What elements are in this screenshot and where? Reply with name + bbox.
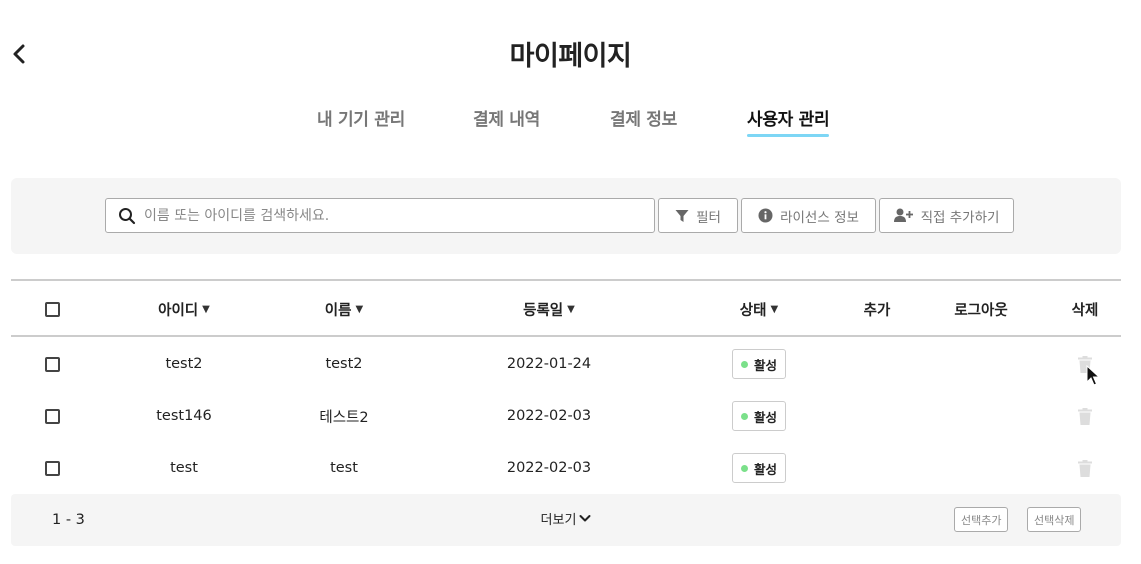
- row-name: 테스트2: [319, 409, 369, 426]
- caret-down-icon: ▼: [355, 303, 364, 315]
- column-header-id[interactable]: 아이디 ▼: [129, 281, 239, 337]
- tab-device-management[interactable]: 내 기기 관리: [317, 105, 405, 130]
- tab-user-management[interactable]: 사용자 관리: [747, 105, 830, 137]
- status-badge: 활성: [731, 453, 786, 483]
- select-delete-button[interactable]: 선택삭제: [1027, 507, 1082, 532]
- caret-down-icon: ▼: [567, 303, 575, 315]
- status-dot-icon: [740, 412, 748, 420]
- license-info-label: 라이선스 정보: [780, 209, 859, 226]
- license-info-button[interactable]: 라이선스 정보: [741, 198, 876, 233]
- select-add-button[interactable]: 선택추가: [954, 507, 1009, 532]
- row-registered: 2022-01-24: [506, 356, 592, 372]
- info-circle-icon: [758, 208, 773, 223]
- trash-icon[interactable]: [1078, 459, 1092, 477]
- load-more-button[interactable]: 더보기: [541, 509, 592, 528]
- select-all-checkbox[interactable]: [44, 301, 60, 317]
- table-row: test test 2022-02-03 활성: [11, 442, 1121, 494]
- status-dot-icon: [740, 360, 748, 368]
- chevron-down-icon: [579, 514, 591, 521]
- trash-icon[interactable]: [1078, 355, 1092, 373]
- toolbar: 필터 라이선스 정보 직접 추가하기: [11, 178, 1121, 254]
- row-id: test: [170, 460, 198, 476]
- trash-icon[interactable]: [1078, 407, 1092, 425]
- row-id: test146: [156, 408, 212, 424]
- column-header-status[interactable]: 상태 ▼: [711, 281, 807, 337]
- status-badge: 활성: [731, 401, 786, 431]
- column-header-delete: 삭제: [1071, 302, 1099, 319]
- filter-icon: [675, 209, 689, 222]
- table-footer: 1 - 3 더보기 선택추가 선택삭제: [11, 494, 1121, 546]
- tab-payment-info[interactable]: 결제 정보: [610, 105, 677, 130]
- status-badge: 활성: [731, 349, 786, 379]
- search-input[interactable]: [144, 207, 654, 224]
- select-all-cell: [35, 281, 69, 337]
- row-checkbox[interactable]: [44, 460, 60, 476]
- add-user-button[interactable]: 직접 추가하기: [879, 198, 1014, 233]
- column-header-name[interactable]: 이름 ▼: [289, 281, 399, 337]
- table-row: test146 테스트2 2022-02-03 활성: [11, 390, 1121, 442]
- caret-down-icon: ▼: [770, 303, 779, 315]
- row-checkbox[interactable]: [44, 356, 60, 372]
- row-id: test2: [165, 356, 203, 372]
- search-box: [105, 198, 655, 233]
- row-registered: 2022-02-03: [506, 408, 592, 424]
- filter-button[interactable]: 필터: [658, 198, 738, 233]
- load-more-label: 더보기: [540, 512, 577, 528]
- search-icon: [119, 207, 136, 224]
- column-header-registered[interactable]: 등록일 ▼: [489, 281, 609, 337]
- caret-down-icon: ▼: [202, 303, 210, 315]
- table-header: 아이디 ▼ 이름 ▼ 등록일 ▼ 상태 ▼ 추가 로그아웃 삭제: [11, 281, 1121, 337]
- pagination-range: 1 - 3: [52, 512, 85, 528]
- row-name: test2: [325, 356, 363, 372]
- add-user-label: 직접 추가하기: [920, 209, 1000, 226]
- filter-button-label: 필터: [696, 209, 721, 226]
- column-header-logout: 로그아웃: [954, 302, 1008, 319]
- row-registered: 2022-02-03: [506, 460, 592, 476]
- tab-payment-history[interactable]: 결제 내역: [473, 105, 540, 130]
- row-name: test: [330, 460, 358, 476]
- table-row: test2 test2 2022-01-24 활성: [11, 338, 1121, 390]
- page-title: 마이페이지: [509, 41, 632, 72]
- status-dot-icon: [740, 464, 748, 472]
- column-header-add: 추가: [863, 302, 891, 319]
- user-plus-icon: [893, 208, 913, 222]
- tab-bar: 내 기기 관리 결제 내역 결제 정보 사용자 관리: [0, 105, 1141, 137]
- row-checkbox[interactable]: [44, 408, 60, 424]
